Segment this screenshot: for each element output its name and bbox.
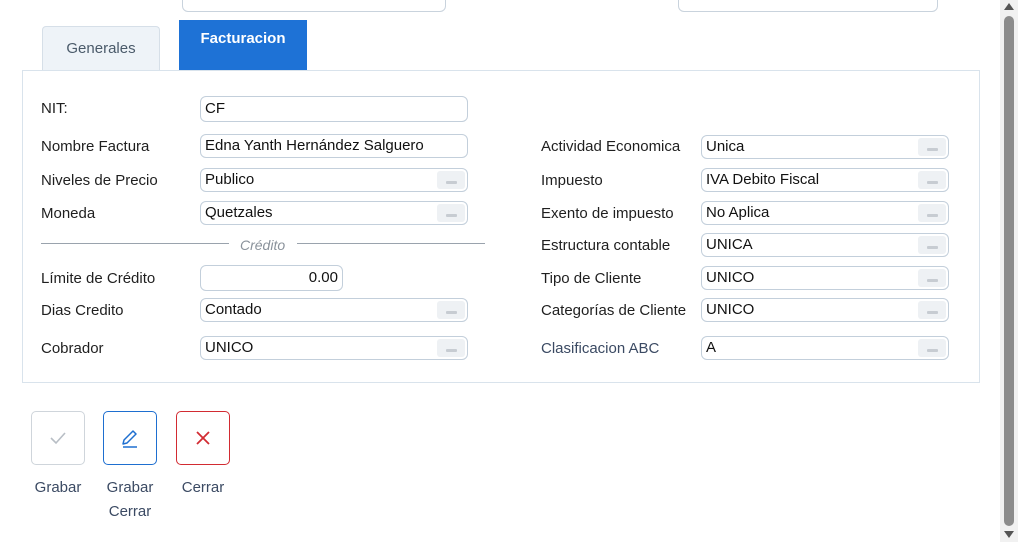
close-icon xyxy=(196,431,210,445)
pencil-icon xyxy=(122,430,137,448)
clasificacion-abc-label: Clasificacion ABC xyxy=(541,340,660,357)
limite-credito-input[interactable]: 0.00 xyxy=(200,265,343,291)
tipo-cliente-select[interactable]: UNICO xyxy=(701,266,949,290)
exento-impuesto-select[interactable]: No Aplica xyxy=(701,201,949,225)
grabar-cerrar-label: Grabar Cerrar xyxy=(97,476,163,524)
credito-divider-right xyxy=(297,243,485,244)
vertical-scrollbar[interactable] xyxy=(1000,0,1018,542)
dias-credito-select[interactable]: Contado xyxy=(200,298,468,322)
dropdown-button-icon[interactable] xyxy=(918,204,946,222)
grabar-cerrar-label-line1: Grabar xyxy=(106,479,154,496)
dropdown-button-icon[interactable] xyxy=(918,339,946,357)
dropdown-button-icon[interactable] xyxy=(918,171,946,189)
tab-generales[interactable]: Generales xyxy=(42,26,160,70)
nit-input[interactable]: CF xyxy=(200,96,468,122)
nombre-factura-input[interactable]: Edna Yanth Hernández Salguero xyxy=(200,134,468,158)
top-field-left[interactable] xyxy=(182,0,446,12)
niveles-precio-value: Publico xyxy=(205,171,255,188)
estructura-contable-label: Estructura contable xyxy=(541,237,671,254)
grabar-cerrar-button[interactable] xyxy=(103,411,157,465)
tipo-cliente-value: UNICO xyxy=(706,269,755,286)
moneda-select[interactable]: Quetzales xyxy=(200,201,468,225)
scroll-down-arrow-icon[interactable] xyxy=(1004,531,1014,538)
impuesto-value: IVA Debito Fiscal xyxy=(706,171,820,188)
clasificacion-abc-select[interactable]: A xyxy=(701,336,949,360)
impuesto-select[interactable]: IVA Debito Fiscal xyxy=(701,168,949,192)
dropdown-button-icon[interactable] xyxy=(918,236,946,254)
dias-credito-label: Dias Credito xyxy=(41,302,124,319)
grabar-label: Grabar xyxy=(34,479,82,496)
exento-impuesto-value: No Aplica xyxy=(706,204,770,221)
impuesto-label: Impuesto xyxy=(541,172,603,189)
clasificacion-abc-value: A xyxy=(706,339,717,356)
check-icon xyxy=(50,432,66,445)
cobrador-value: UNICO xyxy=(205,339,254,356)
nit-label: NIT: xyxy=(41,100,68,117)
tab-bar: Generales Facturacion xyxy=(22,20,982,72)
dropdown-button-icon[interactable] xyxy=(918,269,946,287)
cerrar-button[interactable] xyxy=(176,411,230,465)
estructura-contable-select[interactable]: UNICA xyxy=(701,233,949,257)
top-field-right[interactable] xyxy=(678,0,938,12)
actividad-economica-label: Actividad Economica xyxy=(541,138,681,155)
scroll-up-arrow-icon[interactable] xyxy=(1004,3,1014,10)
categorias-cliente-select[interactable]: UNICO xyxy=(701,298,949,322)
credito-section-title: Crédito xyxy=(240,237,286,253)
moneda-value: Quetzales xyxy=(205,204,273,221)
dropdown-button-icon[interactable] xyxy=(437,204,465,222)
cerrar-label: Cerrar xyxy=(181,479,225,496)
dropdown-button-icon[interactable] xyxy=(437,339,465,357)
limite-credito-label: Límite de Crédito xyxy=(41,270,156,287)
nombre-factura-label: Nombre Factura xyxy=(41,138,150,155)
dropdown-button-icon[interactable] xyxy=(918,301,946,319)
tipo-cliente-label: Tipo de Cliente xyxy=(541,270,642,287)
dropdown-button-icon[interactable] xyxy=(437,171,465,189)
categorias-cliente-value: UNICO xyxy=(706,301,755,318)
credito-divider-left xyxy=(41,243,229,244)
scroll-thumb[interactable] xyxy=(1004,16,1014,526)
niveles-precio-select[interactable]: Publico xyxy=(200,168,468,192)
categorias-cliente-label: Categorías de Cliente xyxy=(541,302,687,319)
dropdown-button-icon[interactable] xyxy=(437,301,465,319)
actividad-economica-select[interactable]: Unica xyxy=(701,135,949,159)
dias-credito-value: Contado xyxy=(205,301,262,318)
actividad-economica-value: Unica xyxy=(706,138,745,155)
exento-impuesto-label: Exento de impuesto xyxy=(541,205,674,222)
dropdown-button-icon[interactable] xyxy=(918,138,946,156)
tab-facturacion[interactable]: Facturacion xyxy=(179,20,307,71)
grabar-cerrar-label-line2: Cerrar xyxy=(108,503,152,520)
niveles-precio-label: Niveles de Precio xyxy=(41,172,158,189)
grabar-button[interactable] xyxy=(31,411,85,465)
cobrador-select[interactable]: UNICO xyxy=(200,336,468,360)
moneda-label: Moneda xyxy=(41,205,96,222)
cobrador-label: Cobrador xyxy=(41,340,104,357)
estructura-contable-value: UNICA xyxy=(706,236,753,253)
